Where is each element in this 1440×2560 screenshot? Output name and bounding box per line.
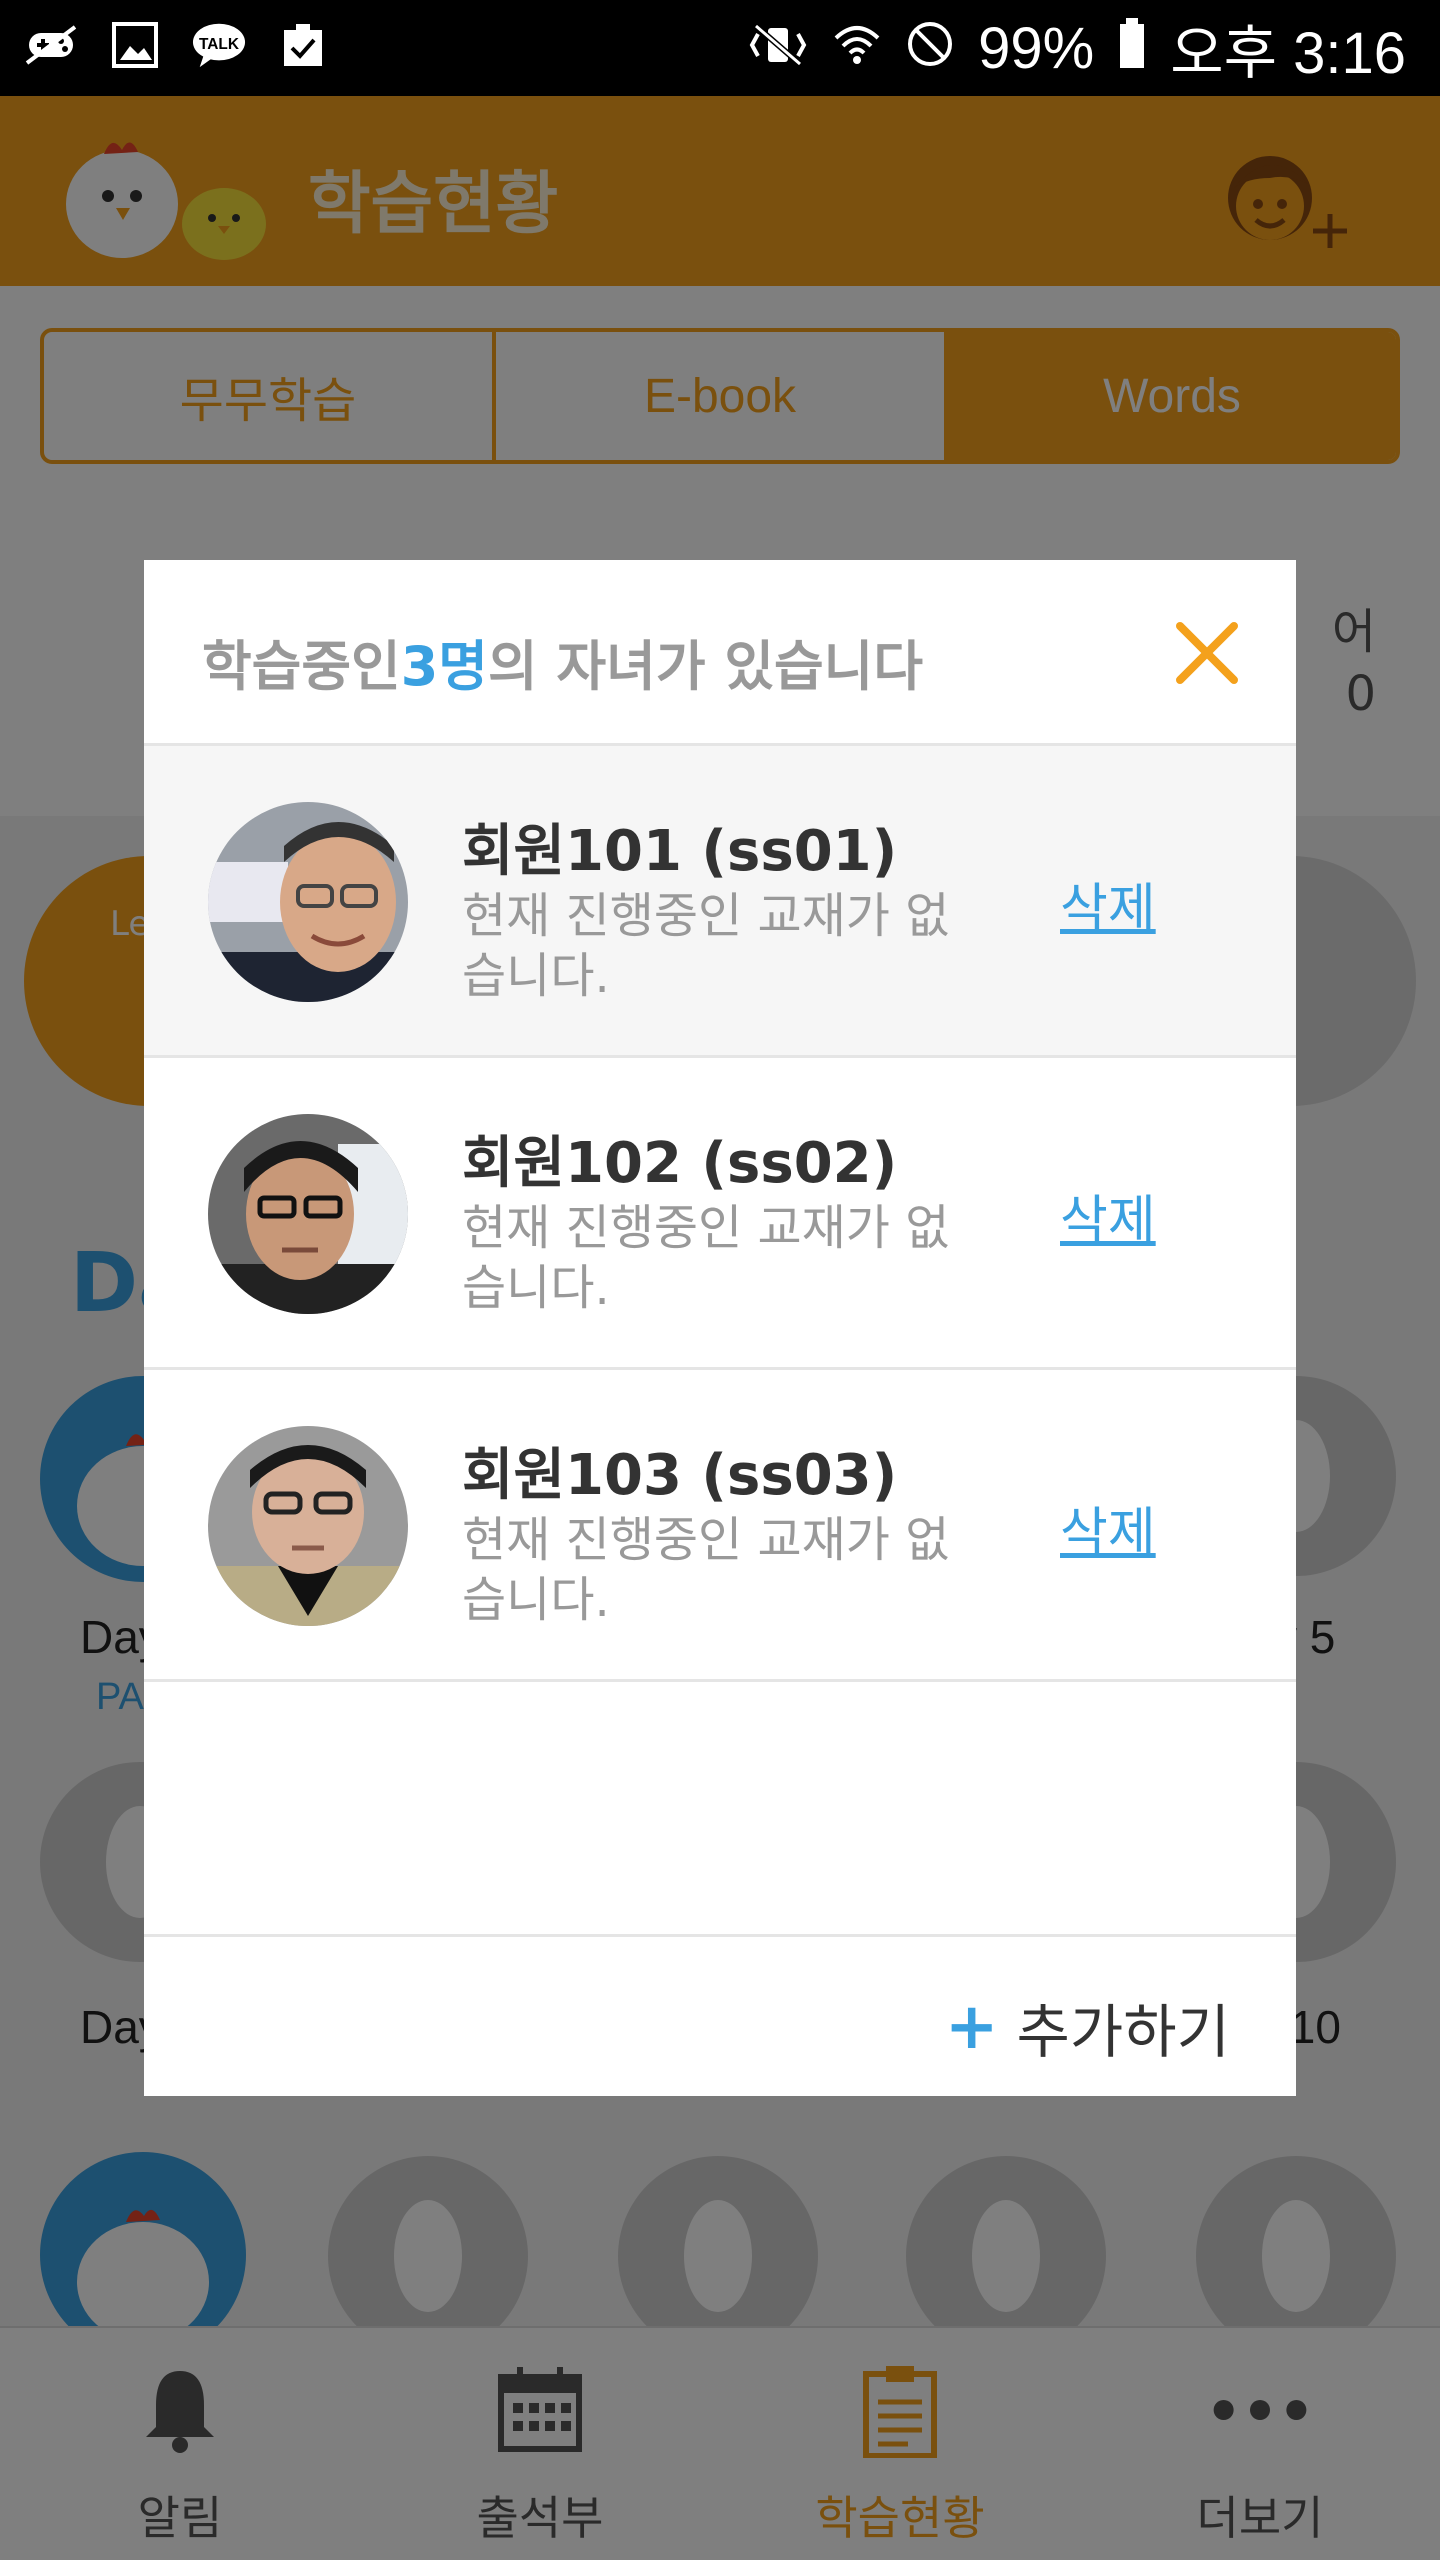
member-row[interactable]: 회원102 (ss02) 현재 진행중인 교재가 없습니다. 삭제: [144, 1058, 1296, 1370]
member-status: 현재 진행중인 교재가 없습니다.: [462, 888, 950, 1004]
delete-member-button[interactable]: 삭제: [1060, 1178, 1156, 1253]
avatar: [208, 802, 408, 1002]
member-status: 현재 진행중인 교재가 없습니다.: [462, 1200, 950, 1316]
status-system-icons: 99% 오후 3:16: [748, 10, 1406, 86]
delete-member-button[interactable]: 삭제: [1060, 1490, 1156, 1565]
wifi-icon: [832, 14, 882, 82]
member-name: 회원103 (ss03): [462, 1443, 898, 1508]
clipboard-icon: [276, 18, 330, 72]
svg-text:TALK: TALK: [199, 36, 239, 53]
delete-member-button[interactable]: 삭제: [1060, 866, 1156, 941]
dialog-header: 학습중인3명의 자녀가 있습니다: [144, 560, 1296, 746]
no-disturb-icon: [906, 14, 954, 82]
status-bar: TALK 99% 오후 3:16: [0, 0, 1440, 96]
member-name: 회원102 (ss02): [462, 1131, 898, 1196]
gamepad-icon: [24, 18, 78, 72]
dialog-title-suffix: 의 자녀가 있습니다: [488, 635, 924, 698]
mute-vibrate-icon: [748, 14, 808, 82]
close-icon[interactable]: [1174, 620, 1240, 686]
plus-icon: +: [944, 1990, 999, 2064]
children-dialog: 학습중인3명의 자녀가 있습니다 회원101 (ss01) 현재 진행중인 교재…: [144, 560, 1296, 2096]
add-child-label: 추가하기: [1016, 1998, 1230, 2066]
battery-icon: [1118, 14, 1146, 82]
dialog-title: 학습중인3명의 자녀가 있습니다: [202, 622, 923, 701]
dialog-footer: + 추가하기: [144, 1934, 1296, 2096]
clock: 오후 3:16: [1170, 21, 1406, 86]
member-list: 회원101 (ss01) 현재 진행중인 교재가 없습니다. 삭제 회원102 …: [144, 746, 1296, 1682]
talk-icon: TALK: [192, 18, 246, 72]
dialog-title-prefix: 학습중인: [202, 635, 401, 698]
avatar: [208, 1426, 408, 1626]
children-count: 3명: [400, 635, 488, 698]
add-child-button[interactable]: + 추가하기: [945, 1985, 1230, 2069]
status-notification-icons: TALK: [24, 18, 330, 72]
member-status: 현재 진행중인 교재가 없습니다.: [462, 1512, 950, 1628]
member-row[interactable]: 회원103 (ss03) 현재 진행중인 교재가 없습니다. 삭제: [144, 1370, 1296, 1682]
member-name: 회원101 (ss01): [462, 819, 898, 884]
battery-percent: 99%: [978, 15, 1095, 81]
avatar: [208, 1114, 408, 1314]
member-row[interactable]: 회원101 (ss01) 현재 진행중인 교재가 없습니다. 삭제: [144, 746, 1296, 1058]
image-icon: [108, 18, 162, 72]
